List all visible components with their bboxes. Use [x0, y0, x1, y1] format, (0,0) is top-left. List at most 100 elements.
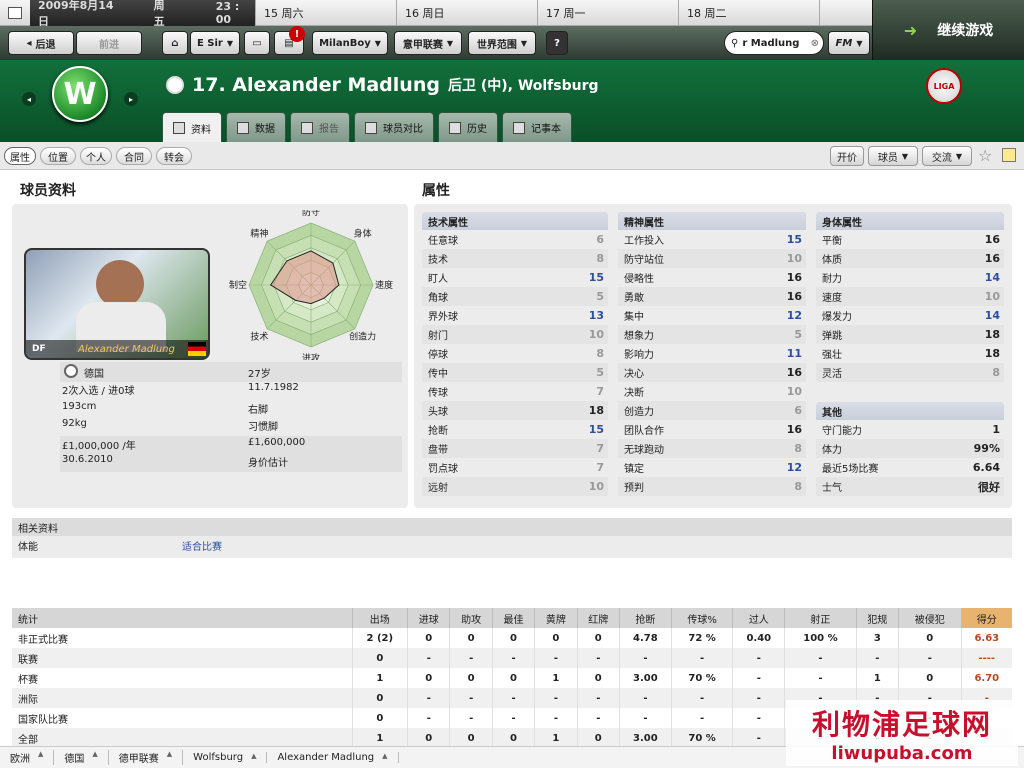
stats-row[interactable]: 杯赛 1 0 0 0 1 0 3.00 70 % - -1 0 6.70	[12, 668, 1012, 688]
attribute-row[interactable]: 防守站位 10	[618, 249, 806, 268]
attribute-row[interactable]: 灵活 8	[816, 363, 1004, 382]
user-menu[interactable]: MilanBoy ▼	[312, 31, 388, 55]
attribute-row[interactable]: 影响力 11	[618, 344, 806, 363]
attribute-row[interactable]: 速度 10	[816, 287, 1004, 306]
attribute-row[interactable]: 预判 8	[618, 477, 806, 496]
prev-player-icon[interactable]: ◂	[22, 92, 36, 106]
clear-search-icon[interactable]: ⊗	[811, 38, 819, 49]
calendar-icon[interactable]	[0, 0, 30, 26]
attribute-row[interactable]: 头球 18	[422, 401, 608, 420]
stats-column-header[interactable]: 得分	[960, 608, 1012, 628]
tab-report[interactable]: 报告	[290, 112, 350, 142]
tab-history[interactable]: 历史	[438, 112, 498, 142]
attribute-row[interactable]: 远射 10	[422, 477, 608, 496]
attribute-row[interactable]: 耐力 14	[816, 268, 1004, 287]
subtab-positions[interactable]: 位置	[40, 147, 76, 165]
subtab-attributes[interactable]: 属性	[4, 147, 36, 165]
attribute-row[interactable]: 想象力 5	[618, 325, 806, 344]
attribute-row[interactable]: 强壮 18	[816, 344, 1004, 363]
attribute-row[interactable]: 体力 99%	[816, 439, 1004, 458]
attribute-row[interactable]: 抢断 15	[422, 420, 608, 439]
attribute-row[interactable]: 守门能力 1	[816, 420, 1004, 439]
attribute-row[interactable]: 弹跳 18	[816, 325, 1004, 344]
attribute-row[interactable]: 士气 很好	[816, 477, 1004, 496]
stats-column-header[interactable]: 被侵犯	[898, 608, 962, 628]
stats-column-header[interactable]: 传球%	[670, 608, 733, 628]
attribute-row[interactable]: 侵略性 16	[618, 268, 806, 287]
stats-column-header[interactable]: 抢断	[618, 608, 672, 628]
next-player-icon[interactable]: ▸	[124, 92, 138, 106]
breadcrumb-item[interactable]: 欧洲 ▲	[0, 750, 55, 765]
stats-row[interactable]: 联赛 0- - - - - - - - - - - ----	[12, 648, 1012, 668]
tab-stats[interactable]: 数据	[226, 112, 286, 142]
stats-column-header[interactable]: 红牌	[576, 608, 620, 628]
player-action-menu[interactable]: 球员 ▼	[868, 146, 918, 166]
offer-button[interactable]: 开价	[830, 146, 864, 166]
attribute-row[interactable]: 创造力 6	[618, 401, 806, 420]
tab-compare[interactable]: 球员对比	[354, 112, 434, 142]
club-badge[interactable]: W	[52, 66, 108, 122]
day-slot[interactable]: 16 周日	[396, 0, 537, 26]
nation[interactable]: 德国	[84, 365, 104, 380]
home-button[interactable]: ⌂	[162, 31, 188, 55]
breadcrumb-item[interactable]: Alexander Madlung ▲	[267, 752, 399, 763]
league-menu[interactable]: 意甲联赛 ▼	[394, 31, 462, 55]
league-badge[interactable]: LIGA	[926, 68, 962, 104]
attribute-row[interactable]: 盘带 7	[422, 439, 608, 458]
stats-column-header[interactable]: 犯规	[855, 608, 899, 628]
attribute-row[interactable]: 罚点球 7	[422, 458, 608, 477]
subtab-transfer[interactable]: 转会	[156, 147, 192, 165]
tab-profile[interactable]: 资料	[162, 112, 222, 143]
attribute-row[interactable]: 集中 12	[618, 306, 806, 325]
stats-column-header[interactable]: 过人	[732, 608, 785, 628]
manager-menu[interactable]: E Sir ▼	[190, 31, 240, 55]
stats-column-header[interactable]: 最佳	[491, 608, 535, 628]
help-button[interactable]: ?	[546, 31, 568, 55]
breadcrumb-item[interactable]: 德国 ▲	[54, 750, 109, 765]
breadcrumb-item[interactable]: Wolfsburg ▲	[183, 752, 268, 763]
day-slot[interactable]: 17 周一	[537, 0, 678, 26]
attribute-row[interactable]: 勇敢 16	[618, 287, 806, 306]
stats-column-header[interactable]: 黄牌	[534, 608, 578, 628]
attribute-row[interactable]: 爆发力 14	[816, 306, 1004, 325]
forward-button[interactable]: 前进	[76, 31, 142, 55]
attribute-row[interactable]: 角球 5	[422, 287, 608, 306]
attribute-row[interactable]: 传球 7	[422, 382, 608, 401]
stats-column-header[interactable]: 射正	[784, 608, 857, 628]
stats-column-header[interactable]: 进球	[407, 608, 450, 628]
attribute-row[interactable]: 镇定 12	[618, 458, 806, 477]
stats-column-header[interactable]: 助攻	[449, 608, 493, 628]
continue-game-button[interactable]: ➜ 继续游戏	[872, 0, 1024, 60]
attribute-row[interactable]: 决心 16	[618, 363, 806, 382]
fm-menu[interactable]: FM ▼	[828, 31, 870, 55]
add-note-icon[interactable]	[1002, 148, 1016, 162]
day-slot[interactable]: 18 周二	[678, 0, 819, 26]
related-value[interactable]: 适合比赛	[182, 538, 222, 553]
tab-notes[interactable]: 记事本	[502, 112, 572, 142]
attribute-row[interactable]: 技术 8	[422, 249, 608, 268]
subtab-personal[interactable]: 个人	[80, 147, 112, 165]
attribute-row[interactable]: 体质 16	[816, 249, 1004, 268]
attribute-row[interactable]: 盯人 15	[422, 268, 608, 287]
attribute-row[interactable]: 无球跑动 8	[618, 439, 806, 458]
star-icon[interactable]: ☆	[978, 146, 992, 165]
transfer-button[interactable]: ▭	[244, 31, 270, 55]
day-slot[interactable]: 15 周六	[255, 0, 396, 26]
search-input[interactable]: ⚲ r Madlung ⊗	[724, 31, 824, 55]
attribute-row[interactable]: 工作投入 15	[618, 230, 806, 249]
interact-menu[interactable]: 交流 ▼	[922, 146, 972, 166]
stats-row[interactable]: 非正式比赛 2 (2) 0 0 0 0 0 4.78 72 % 0.40 100 % 3 0 6.63	[12, 628, 1012, 648]
back-button[interactable]: ◂ 后退	[8, 31, 74, 55]
attribute-row[interactable]: 射门 10	[422, 325, 608, 344]
breadcrumb-item[interactable]: 德甲联赛 ▲	[109, 750, 184, 765]
stats-column-header[interactable]: 出场	[351, 608, 408, 628]
attribute-row[interactable]: 最近5场比赛 6.64	[816, 458, 1004, 477]
attribute-row[interactable]: 平衡 16	[816, 230, 1004, 249]
attribute-row[interactable]: 传中 5	[422, 363, 608, 382]
subtab-contract[interactable]: 合同	[116, 147, 152, 165]
world-menu[interactable]: 世界范围 ▼	[468, 31, 536, 55]
stats-column-header[interactable]: 统计	[12, 608, 352, 628]
attribute-row[interactable]: 团队合作 16	[618, 420, 806, 439]
attribute-row[interactable]: 界外球 13	[422, 306, 608, 325]
attribute-row[interactable]: 决断 10	[618, 382, 806, 401]
